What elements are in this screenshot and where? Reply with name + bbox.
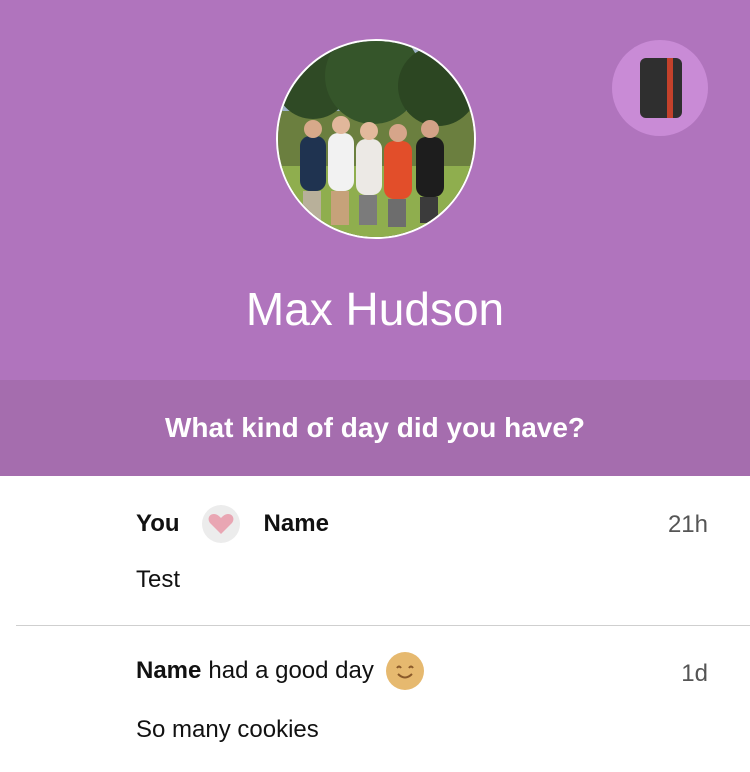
- notebook-icon: [640, 58, 682, 118]
- profile-header: Max Hudson: [0, 0, 750, 380]
- smile-icon: [385, 652, 424, 690]
- actor-name[interactable]: You: [136, 510, 180, 538]
- feed-item[interactable]: Name had a good day 1d So many cookies: [0, 626, 750, 772]
- profile-name: Max Hudson: [245, 283, 505, 335]
- timestamp: 21h: [667, 511, 708, 538]
- heart-shape: [208, 514, 233, 534]
- post-body: Test: [136, 566, 181, 593]
- target-name[interactable]: Name: [264, 510, 329, 538]
- feed-item-header: You Name: [136, 505, 329, 543]
- profile-avatar[interactable]: [276, 39, 476, 239]
- avatar-photo: [278, 41, 474, 237]
- post-body: So many cookies: [136, 716, 319, 743]
- feed-item-header: Name had a good day: [136, 652, 424, 690]
- day-prompt-button[interactable]: What kind of day did you have?: [0, 380, 750, 476]
- heart-icon[interactable]: [201, 505, 240, 543]
- timestamp: 1d: [681, 660, 708, 687]
- actor-name[interactable]: Name: [136, 657, 201, 685]
- journal-button[interactable]: [612, 40, 708, 136]
- action-text: had a good day: [208, 657, 374, 684]
- smile-face: [385, 652, 424, 690]
- day-prompt-text: What kind of day did you have?: [164, 412, 586, 443]
- feed-item[interactable]: You Name 21h Test: [0, 477, 750, 625]
